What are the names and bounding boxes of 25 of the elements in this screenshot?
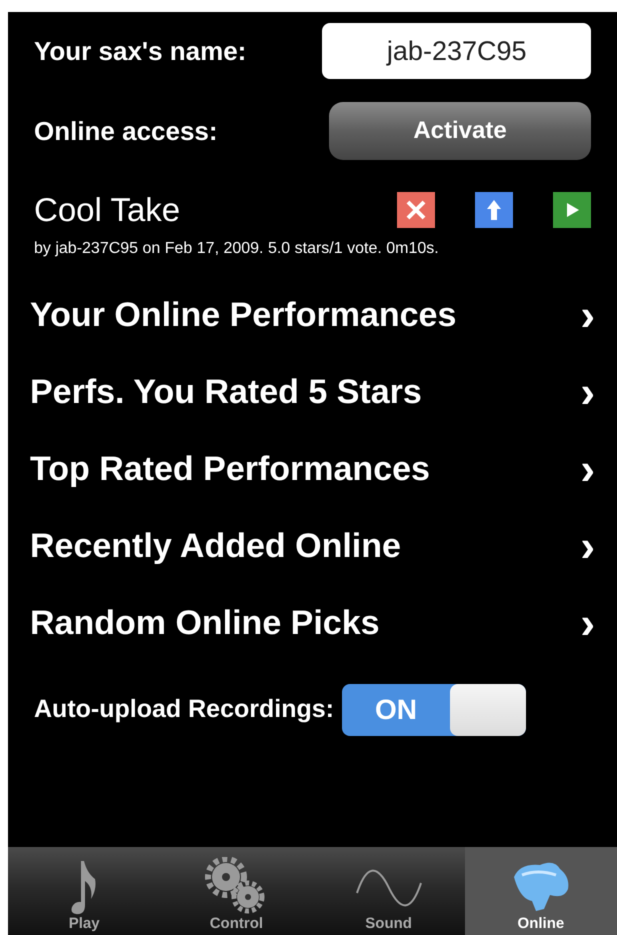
- field-label: Your sax's name:: [34, 34, 248, 68]
- menu-item[interactable]: Perfs. You Rated 5 Stars ›: [8, 354, 617, 431]
- activate-button[interactable]: Activate: [329, 102, 591, 160]
- music-note-icon: [71, 859, 98, 916]
- chevron-icon: ›: [580, 602, 595, 646]
- menu-item[interactable]: Recently Added Online ›: [8, 508, 617, 585]
- menu-item[interactable]: Random Online Picks ›: [8, 585, 617, 662]
- tab[interactable]: Control: [160, 847, 312, 935]
- tab[interactable]: Sound: [312, 847, 465, 935]
- chevron-icon: ›: [580, 524, 595, 568]
- menu-item[interactable]: Top Rated Performances ›: [8, 431, 617, 508]
- take-title: Cool Take: [34, 190, 182, 230]
- upload-icon[interactable]: [475, 192, 513, 228]
- menu-item[interactable]: Your Online Performances ›: [8, 277, 617, 354]
- delete-icon[interactable]: [397, 192, 435, 228]
- field-label: Online access:: [34, 114, 219, 148]
- take-details: by jab-237C95 on Feb 17, 2009. 5.0 stars/1 vote. 0m10s.: [33, 239, 440, 259]
- chevron-icon: ›: [580, 448, 595, 492]
- chevron-icon: ›: [580, 294, 595, 338]
- name-input-field[interactable]: jab-237C95: [322, 23, 591, 79]
- chevron-icon: ›: [580, 370, 595, 414]
- tab[interactable]: Online: [464, 847, 617, 935]
- setting-label: Auto-upload Recordings:: [34, 694, 334, 726]
- tab[interactable]: Play: [8, 847, 160, 935]
- play-icon[interactable]: [553, 192, 591, 228]
